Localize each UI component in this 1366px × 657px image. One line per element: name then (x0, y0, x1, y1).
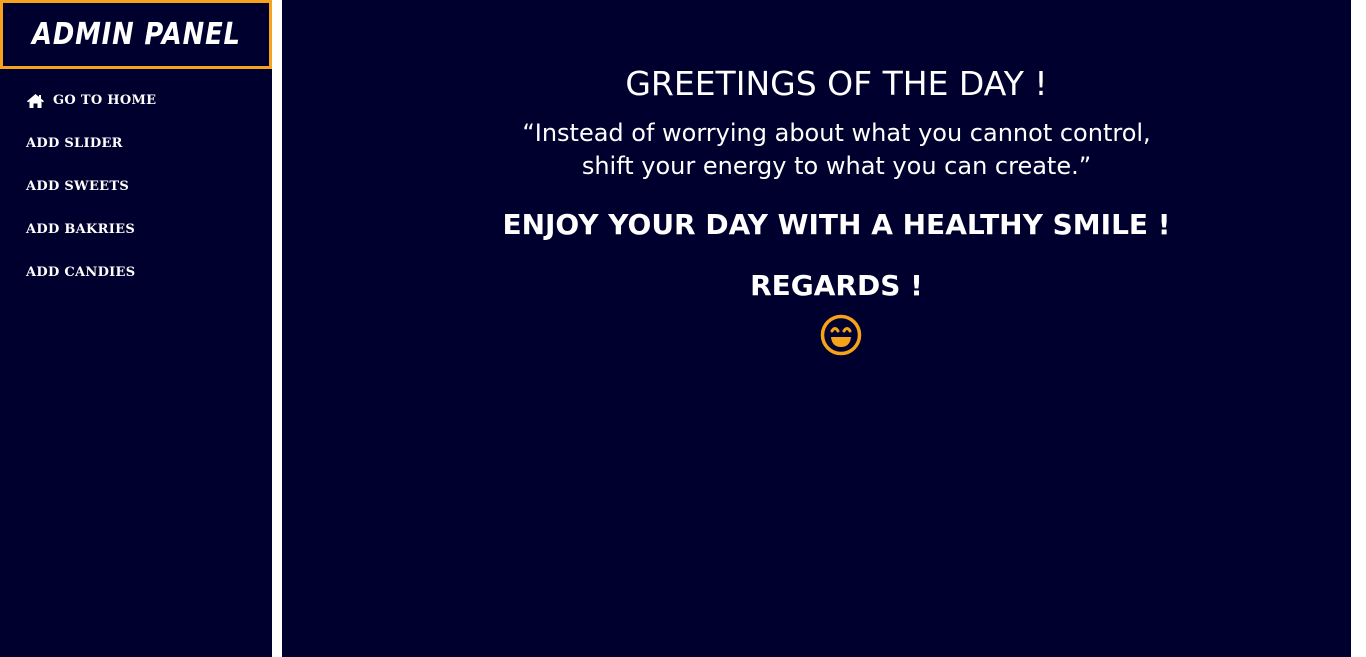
enjoy-heading: ENJOY YOUR DAY WITH A HEALTHY SMILE ! (502, 208, 1171, 241)
smile-icon (820, 314, 862, 356)
sidebar-item-go-to-home[interactable]: GO TO HOME (26, 92, 156, 135)
sidebar-item-label: ADD SWEETS (26, 179, 130, 194)
home-icon (27, 94, 44, 108)
sidebar-item-add-bakries[interactable]: ADD BAKRIES (26, 221, 156, 264)
quote-text: “Instead of worrying about what you cann… (282, 117, 1366, 183)
regards-heading: REGARDS ! (750, 269, 923, 302)
greeting-heading: GREETINGS OF THE DAY ! (625, 64, 1048, 103)
quote-line-2: shift your energy to what you can create… (581, 152, 1092, 180)
sidebar-item-label: GO TO HOME (53, 93, 157, 108)
sidebar-item-add-slider[interactable]: ADD SLIDER (26, 135, 156, 178)
sidebar-nav: GO TO HOME ADD SLIDER ADD SWEETS ADD BAK… (26, 92, 156, 307)
page-gutter (1351, 0, 1366, 657)
quote-line-1: “Instead of worrying about what you cann… (522, 119, 1151, 147)
sidebar-item-label: ADD BAKRIES (26, 222, 136, 237)
sidebar-item-label: ADD SLIDER (26, 136, 123, 151)
sidebar-divider (272, 0, 282, 657)
sidebar-item-add-candies[interactable]: ADD CANDIES (26, 264, 156, 307)
brand-header[interactable]: ADMIN PANEL (0, 0, 272, 69)
sidebar: ADMIN PANEL GO TO HOME ADD SLIDER ADD SW… (0, 0, 272, 657)
sidebar-item-add-sweets[interactable]: ADD SWEETS (26, 178, 156, 221)
brand-title: ADMIN PANEL (31, 17, 241, 52)
sidebar-item-label: ADD CANDIES (26, 265, 136, 280)
main-content: GREETINGS OF THE DAY ! “Instead of worry… (282, 0, 1351, 657)
